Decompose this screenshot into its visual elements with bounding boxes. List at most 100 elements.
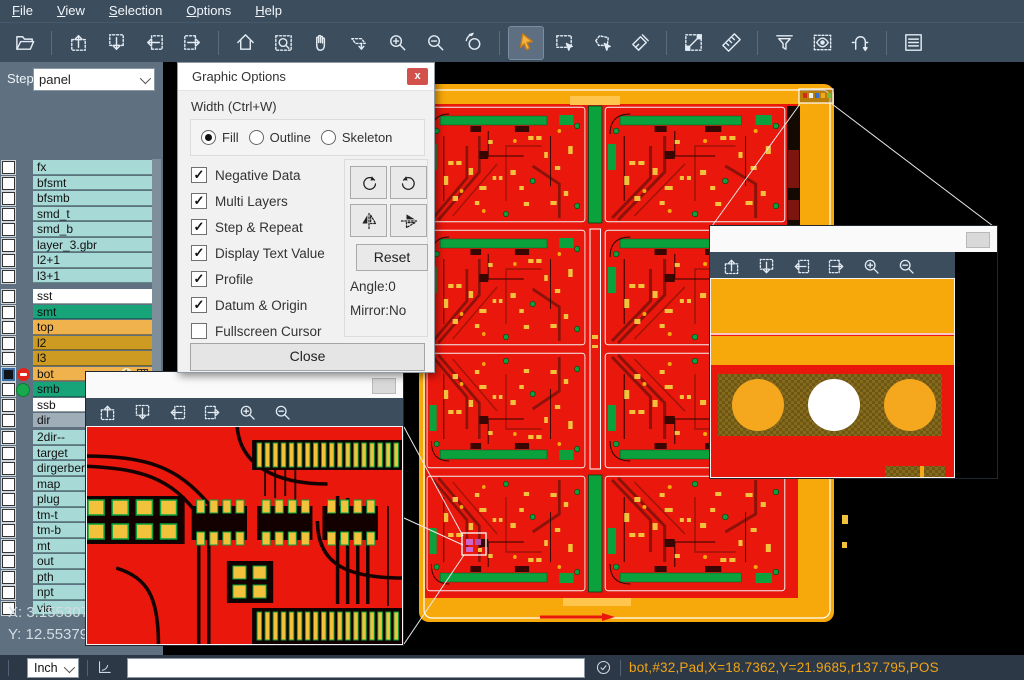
layer-visibility-checkbox[interactable] — [2, 586, 15, 599]
ruler-icon[interactable] — [714, 27, 748, 59]
layer-visibility-checkbox[interactable] — [2, 555, 15, 568]
layer-label[interactable]: fx — [33, 160, 152, 175]
checkbox-icon[interactable]: ✓ — [191, 297, 207, 313]
zoom-fit-icon[interactable] — [266, 27, 300, 59]
layer-row-fx[interactable]: fx — [0, 160, 163, 176]
layer-visibility-checkbox[interactable] — [2, 571, 15, 584]
layer-visibility-checkbox[interactable] — [2, 223, 15, 236]
layer-visibility-checkbox[interactable] — [2, 177, 15, 190]
checkbox-icon[interactable]: ✓ — [191, 271, 207, 287]
layer-label[interactable]: l3+1 — [33, 269, 152, 284]
menu-item-view[interactable]: View — [45, 0, 97, 22]
apply-icon[interactable] — [595, 659, 612, 676]
menu-item-options[interactable]: Options — [174, 0, 243, 22]
layer-label[interactable]: bfsmt — [33, 176, 152, 191]
layer-visibility-checkbox[interactable] — [2, 352, 15, 365]
close-icon[interactable]: x — [407, 68, 428, 85]
zoom-window-view[interactable] — [86, 426, 403, 645]
layer-visibility-checkbox[interactable] — [2, 161, 15, 174]
layer-visibility-checkbox[interactable] — [2, 447, 15, 460]
layer-row-layer_3.gbr[interactable]: layer_3.gbr — [0, 238, 163, 254]
layer-visibility-checkbox[interactable] — [2, 192, 15, 205]
measure-icon[interactable] — [676, 27, 710, 59]
pan-right-icon[interactable] — [821, 253, 851, 279]
layer-row-smd_b[interactable]: smd_b — [0, 222, 163, 238]
layer-label[interactable]: top — [33, 320, 152, 335]
layer-row-l2+1[interactable]: l2+1 — [0, 253, 163, 269]
layer-label[interactable]: bfsmb — [33, 191, 152, 206]
layer-visibility-checkbox[interactable] — [2, 509, 15, 522]
layer-visibility-checkbox[interactable] — [2, 383, 15, 396]
layer-visibility-checkbox[interactable] — [2, 306, 15, 319]
checkbox-profile[interactable]: ✓Profile — [191, 269, 253, 289]
layer-visibility-checkbox[interactable] — [2, 254, 15, 267]
zoom-window-view[interactable] — [710, 278, 955, 478]
checkbox-icon[interactable]: ✓ — [191, 193, 207, 209]
layer-visibility-checkbox[interactable] — [2, 478, 15, 491]
step-select[interactable]: panel — [33, 68, 155, 91]
menu-item-help[interactable]: Help — [243, 0, 294, 22]
flip-horizontal-button[interactable] — [350, 204, 387, 237]
layer-visibility-checkbox[interactable] — [2, 524, 15, 537]
zoom-out-icon[interactable] — [267, 399, 297, 425]
angle-mode-icon[interactable] — [96, 659, 113, 676]
layer-label[interactable]: smd_t — [33, 207, 152, 222]
report-icon[interactable] — [896, 27, 930, 59]
pan-right-icon[interactable] — [175, 27, 209, 59]
rotate-ccw-button[interactable] — [390, 166, 427, 199]
layer-visibility-checkbox[interactable] — [2, 290, 15, 303]
radio-icon[interactable] — [249, 130, 264, 145]
menu-item-file[interactable]: File — [0, 0, 45, 22]
layer-row-bfsmb[interactable]: bfsmb — [0, 191, 163, 207]
clean-brush-icon[interactable] — [623, 27, 657, 59]
layer-visibility-checkbox[interactable] — [2, 208, 15, 221]
pan-left-icon[interactable] — [137, 27, 171, 59]
layer-visibility-checkbox[interactable] — [2, 270, 15, 283]
pan-hand-icon[interactable] — [304, 27, 338, 59]
radio-skeleton[interactable]: Skeleton — [321, 130, 393, 145]
pan-up-icon[interactable] — [61, 27, 95, 59]
layer-row-bfsmt[interactable]: bfsmt — [0, 176, 163, 192]
zoom-out-icon[interactable] — [418, 27, 452, 59]
zoom-in-icon[interactable] — [232, 399, 262, 425]
filter-icon[interactable] — [767, 27, 801, 59]
pan-left-icon[interactable] — [162, 399, 192, 425]
select-cursor-icon[interactable] — [509, 27, 543, 59]
pan-left-icon[interactable] — [786, 253, 816, 279]
layer-row-l3[interactable]: l3 — [0, 351, 163, 367]
rect-select-icon[interactable] — [547, 27, 581, 59]
zoom-in-icon[interactable] — [856, 253, 886, 279]
layer-row-smt[interactable]: smt — [0, 305, 163, 321]
checkbox-negative-data[interactable]: ✓Negative Data — [191, 165, 301, 185]
layer-row-sst[interactable]: sst — [0, 289, 163, 305]
layer-visibility-checkbox[interactable] — [2, 431, 15, 444]
poly-select-icon[interactable] — [585, 27, 619, 59]
layer-label[interactable]: l2+1 — [33, 253, 152, 268]
window-button[interactable] — [372, 378, 396, 394]
layer-visibility-checkbox[interactable] — [2, 337, 15, 350]
zoom-window-titlebar[interactable] — [86, 372, 403, 398]
radio-icon[interactable] — [321, 130, 336, 145]
close-button[interactable]: Close — [190, 343, 425, 371]
checkbox-multi-layers[interactable]: ✓Multi Layers — [191, 191, 288, 211]
layer-row-smd_t[interactable]: smd_t — [0, 207, 163, 223]
layer-visibility-checkbox[interactable] — [2, 493, 15, 506]
checkbox-step-repeat[interactable]: ✓Step & Repeat — [191, 217, 303, 237]
pan-down-icon[interactable] — [127, 399, 157, 425]
pan-down-icon[interactable] — [751, 253, 781, 279]
checkbox-icon[interactable] — [191, 323, 207, 339]
checkbox-icon[interactable]: ✓ — [191, 245, 207, 261]
layer-visibility-checkbox[interactable] — [2, 399, 15, 412]
snap-icon[interactable] — [843, 27, 877, 59]
zoom-out-icon[interactable] — [891, 253, 921, 279]
radio-fill[interactable]: Fill — [201, 130, 239, 145]
menu-item-selection[interactable]: Selection — [97, 0, 174, 22]
checkbox-datum-origin[interactable]: ✓Datum & Origin — [191, 295, 307, 315]
layer-visibility-checkbox[interactable] — [2, 414, 15, 427]
layer-label[interactable]: smd_b — [33, 222, 152, 237]
layer-row-top[interactable]: top — [0, 320, 163, 336]
radio-icon[interactable] — [201, 130, 216, 145]
zoom-in-icon[interactable] — [380, 27, 414, 59]
checkbox-icon[interactable]: ✓ — [191, 167, 207, 183]
view-frame-icon[interactable] — [805, 27, 839, 59]
